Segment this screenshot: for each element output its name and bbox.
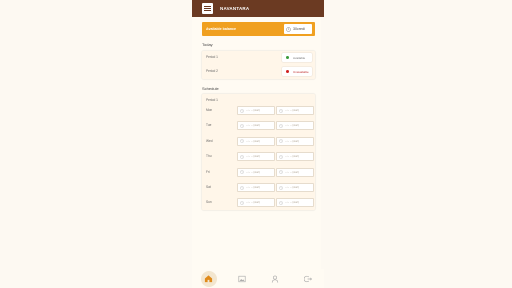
period-1-status-button[interactable]: Available (282, 53, 312, 62)
clock-icon (240, 185, 244, 190)
day-label: Thu (206, 154, 212, 159)
start-time-input[interactable]: --:-- -- (start) (237, 167, 275, 177)
start-time-input[interactable]: --:-- -- (start) (237, 152, 275, 162)
end-time-input[interactable]: --:-- -- (start) (276, 152, 314, 162)
end-time-input[interactable]: --:-- -- (start) (276, 121, 314, 131)
clock-icon (240, 108, 244, 113)
clock-icon (279, 154, 283, 159)
time-placeholder: --:-- -- (start) (246, 201, 261, 205)
balance-amount: 30credi (293, 27, 305, 31)
end-time-input[interactable]: --:-- -- (start) (276, 136, 314, 146)
clock-icon (240, 154, 244, 159)
schedule-title: Schedule (202, 86, 219, 91)
unavailable-dot-icon (286, 70, 289, 73)
clock-icon (240, 139, 244, 144)
time-placeholder: --:-- -- (start) (285, 155, 300, 159)
time-placeholder: --:-- -- (start) (246, 139, 261, 143)
clock-icon (279, 124, 283, 128)
clock-icon (279, 139, 283, 144)
balance-label: Available balance (206, 27, 237, 31)
day-label: Wed (206, 138, 213, 143)
clock-icon (279, 170, 283, 174)
time-placeholder: --:-- -- (start) (285, 186, 300, 189)
time-placeholder: --:-- -- (start) (285, 139, 300, 143)
nav-logout[interactable] (300, 271, 316, 287)
gallery-icon (237, 275, 246, 282)
day-label: Sat (206, 185, 211, 189)
today-title: Today (202, 42, 213, 47)
clock-icon (286, 26, 291, 32)
status-text: Available (293, 55, 306, 60)
status-text: Unavailable (293, 69, 309, 74)
top-bar: NAVANTARA (192, 0, 324, 17)
time-placeholder: --:-- -- (start) (285, 170, 300, 174)
nav-home[interactable] (200, 270, 217, 287)
day-label: Mon (206, 108, 213, 112)
start-time-input[interactable]: --:-- -- (start) (237, 106, 275, 115)
clock-icon (279, 185, 283, 190)
end-time-input[interactable]: --:-- -- (start) (276, 183, 314, 192)
nav-gallery[interactable] (234, 271, 250, 287)
bottom-nav (192, 269, 324, 288)
nav-profile[interactable] (267, 271, 283, 287)
time-placeholder: --:-- -- (start) (246, 170, 261, 174)
app-title: NAVANTARA (220, 6, 250, 11)
clock-icon (240, 170, 244, 174)
start-time-input[interactable]: --:-- -- (start) (237, 198, 275, 208)
end-time-input[interactable]: --:-- -- (start) (276, 198, 314, 208)
time-placeholder: --:-- -- (start) (285, 109, 300, 112)
start-time-input[interactable]: --:-- -- (start) (237, 136, 275, 146)
schedule-period-label: Period 1 (206, 98, 218, 102)
day-label: Tue (206, 123, 212, 128)
schedule-card: Period 1 Mon --:-- -- (start) --:-- -- (st… (202, 94, 315, 210)
balance-chip[interactable]: 30credi (284, 24, 312, 34)
time-placeholder: --:-- -- (start) (246, 124, 261, 128)
day-label: Fri (206, 169, 210, 174)
logout-icon (303, 275, 312, 282)
clock-icon (279, 201, 283, 205)
person-icon (271, 275, 278, 283)
clock-icon (240, 201, 244, 205)
time-placeholder: --:-- -- (start) (246, 186, 261, 189)
menu-icon[interactable] (202, 3, 213, 14)
today-card: Period 1 Available Period 2 Unavailable (202, 51, 315, 79)
today-row-label: Period 1 (206, 55, 218, 59)
start-time-input[interactable]: --:-- -- (start) (237, 121, 275, 131)
day-label: Sun (206, 200, 212, 205)
available-dot-icon (286, 56, 289, 59)
time-placeholder: --:-- -- (start) (285, 201, 300, 205)
clock-icon (279, 108, 283, 113)
end-time-input[interactable]: --:-- -- (start) (276, 167, 314, 177)
clock-icon (240, 124, 244, 128)
balance-banner: Available balance 30credi (202, 22, 315, 36)
time-placeholder: --:-- -- (start) (285, 124, 300, 128)
home-icon (204, 275, 213, 283)
today-row-label: Period 2 (206, 69, 218, 73)
period-2-status-button[interactable]: Unavailable (282, 67, 312, 76)
start-time-input[interactable]: --:-- -- (start) (237, 183, 275, 192)
time-placeholder: --:-- -- (start) (246, 155, 261, 159)
end-time-input[interactable]: --:-- -- (start) (276, 106, 314, 115)
time-placeholder: --:-- -- (start) (246, 109, 261, 112)
